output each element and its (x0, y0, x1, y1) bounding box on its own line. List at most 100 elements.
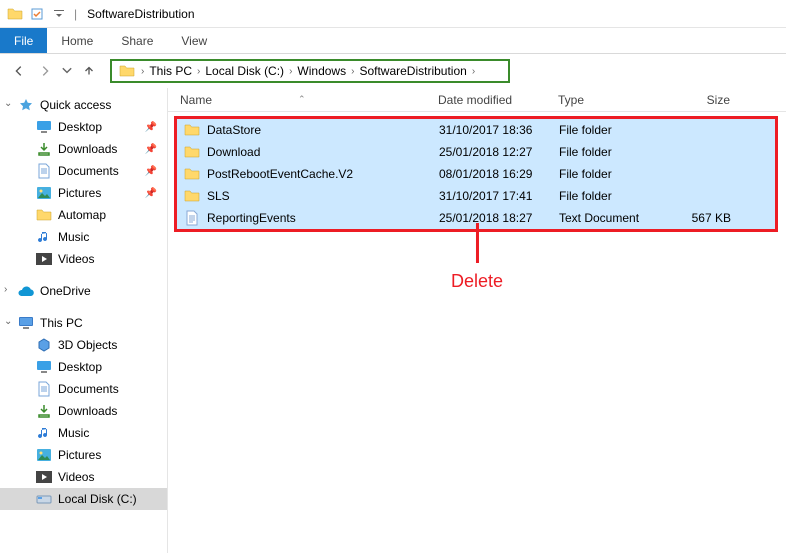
folder-icon (118, 62, 136, 80)
separator: | (74, 7, 77, 21)
file-row[interactable]: Download25/01/2018 12:27File folder (177, 141, 775, 163)
main-area: ⌄ Quick access Desktop📌Downloads📌Documen… (0, 88, 786, 553)
qat-properties-icon[interactable] (28, 5, 46, 23)
desktop-icon (36, 119, 52, 135)
sidebar-item-label: Pictures (58, 186, 101, 200)
tab-view[interactable]: View (167, 28, 221, 53)
pin-icon: 📌 (145, 166, 157, 177)
breadcrumb-seg-2[interactable]: Windows (295, 64, 348, 78)
sidebar-item[interactable]: Videos (0, 466, 167, 488)
documents-icon (36, 163, 52, 179)
up-button[interactable] (78, 60, 100, 82)
chevron-down-icon[interactable]: ⌄ (4, 316, 12, 327)
sidebar-item[interactable]: 3D Objects (0, 334, 167, 356)
onedrive-group: › OneDrive (0, 280, 167, 302)
folder-icon (183, 122, 201, 138)
sidebar-item-label: 3D Objects (58, 338, 117, 352)
navigation-pane: ⌄ Quick access Desktop📌Downloads📌Documen… (0, 88, 168, 553)
title-bar: | SoftwareDistribution (0, 0, 786, 28)
recent-dropdown[interactable] (60, 60, 74, 82)
star-icon (18, 97, 34, 113)
column-headers: Name ⌃ Date modified Type Size (168, 88, 786, 112)
sidebar-label: OneDrive (40, 284, 91, 298)
sidebar-item[interactable]: Downloads (0, 400, 167, 422)
file-type: File folder (559, 123, 671, 137)
annotation-line (476, 223, 479, 263)
folder-icon (183, 166, 201, 182)
sidebar-item-label: Local Disk (C:) (58, 492, 137, 506)
forward-button[interactable] (34, 60, 56, 82)
desktop-icon (36, 359, 52, 375)
qat-dropdown-icon[interactable] (50, 5, 68, 23)
sidebar-item[interactable]: Pictures📌 (0, 182, 167, 204)
breadcrumb-seg-0[interactable]: This PC (147, 64, 194, 78)
chevron-right-icon[interactable]: › (138, 66, 147, 77)
column-name[interactable]: Name ⌃ (180, 93, 438, 107)
downloads-icon (36, 403, 52, 419)
chevron-down-icon[interactable]: ⌄ (4, 98, 12, 109)
file-type: File folder (559, 167, 671, 181)
folder-icon (183, 144, 201, 160)
file-type: Text Document (559, 211, 671, 225)
file-row[interactable]: SLS31/10/2017 17:41File folder (177, 185, 775, 207)
window-title: SoftwareDistribution (87, 7, 194, 21)
breadcrumb-seg-3[interactable]: SoftwareDistribution (357, 64, 468, 78)
tab-share[interactable]: Share (107, 28, 167, 53)
annotation-text: Delete (451, 271, 503, 292)
back-button[interactable] (8, 60, 30, 82)
sidebar-item[interactable]: Local Disk (C:) (0, 488, 167, 510)
file-date: 31/10/2017 18:36 (439, 123, 559, 137)
file-row[interactable]: DataStore31/10/2017 18:36File folder (177, 119, 775, 141)
sidebar-item-label: Videos (58, 470, 94, 484)
file-date: 31/10/2017 17:41 (439, 189, 559, 203)
computer-icon (18, 315, 34, 331)
3d-icon (36, 337, 52, 353)
file-name: Download (207, 145, 439, 159)
chevron-right-icon[interactable]: › (194, 66, 203, 77)
sidebar-item-label: Music (58, 426, 89, 440)
sidebar-item-label: Videos (58, 252, 94, 266)
chevron-right-icon[interactable]: › (469, 66, 478, 77)
pictures-icon (36, 447, 52, 463)
pictures-icon (36, 185, 52, 201)
sidebar-quick-access[interactable]: Quick access (0, 94, 167, 116)
tab-home[interactable]: Home (47, 28, 107, 53)
chevron-right-icon[interactable]: › (286, 66, 295, 77)
chevron-right-icon[interactable]: › (4, 284, 7, 295)
tab-file[interactable]: File (0, 28, 47, 53)
sidebar-item-label: Documents (58, 382, 119, 396)
sidebar-label: Quick access (40, 98, 111, 112)
file-type: File folder (559, 189, 671, 203)
sidebar-item[interactable]: Documents (0, 378, 167, 400)
sidebar-item[interactable]: Pictures (0, 444, 167, 466)
column-type[interactable]: Type (558, 93, 670, 107)
sidebar-item[interactable]: Music (0, 422, 167, 444)
file-name: DataStore (207, 123, 439, 137)
sidebar-item[interactable]: Desktop (0, 356, 167, 378)
videos-icon (36, 251, 52, 267)
quick-access-group: ⌄ Quick access Desktop📌Downloads📌Documen… (0, 94, 167, 270)
sidebar-item[interactable]: Documents 📌 (0, 160, 167, 182)
sidebar-onedrive[interactable]: OneDrive (0, 280, 167, 302)
sidebar-item-label: Music (58, 230, 89, 244)
chevron-right-icon[interactable]: › (348, 66, 357, 77)
sidebar-item[interactable]: Music (0, 226, 167, 248)
sidebar-item[interactable]: Automap (0, 204, 167, 226)
sidebar-item-label: Pictures (58, 448, 101, 462)
file-row[interactable]: PostRebootEventCache.V208/01/2018 16:29F… (177, 163, 775, 185)
file-size: 567 KB (671, 211, 741, 225)
music-icon (36, 425, 52, 441)
sidebar-item-label: Downloads (58, 142, 117, 156)
sidebar-item-label: Documents (58, 164, 119, 178)
column-size[interactable]: Size (670, 93, 740, 107)
column-date[interactable]: Date modified (438, 93, 558, 107)
sidebar-item[interactable]: Downloads📌 (0, 138, 167, 160)
sidebar-label: This PC (40, 316, 83, 330)
sidebar-this-pc[interactable]: This PC (0, 312, 167, 334)
breadcrumb-seg-1[interactable]: Local Disk (C:) (203, 64, 286, 78)
sidebar-item[interactable]: Videos (0, 248, 167, 270)
sidebar-item[interactable]: Desktop📌 (0, 116, 167, 138)
doc-icon (183, 210, 201, 226)
file-list: DataStore31/10/2017 18:36File folderDown… (174, 116, 778, 232)
address-bar[interactable]: › This PC › Local Disk (C:) › Windows › … (110, 59, 510, 83)
